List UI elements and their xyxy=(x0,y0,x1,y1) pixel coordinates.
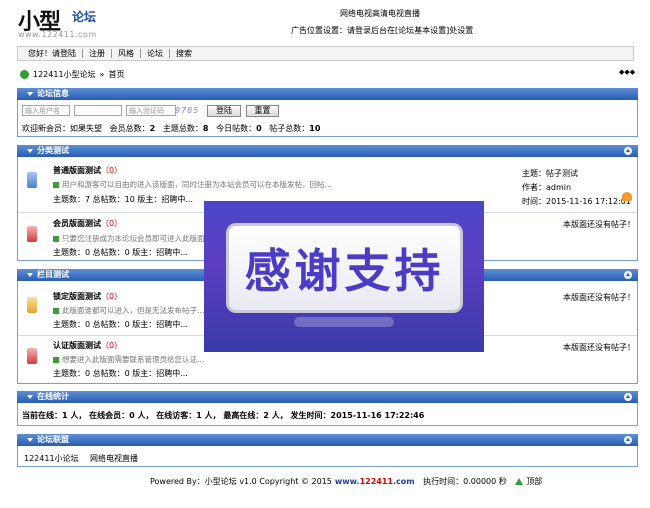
breadcrumb: 122411小型论坛 » 首页 xyxy=(20,69,124,80)
category-test-title: 分类测试 xyxy=(37,146,69,155)
forum-count: （0） xyxy=(101,341,123,350)
username-input[interactable]: 输入用户名 xyxy=(22,105,70,116)
triangle-icon xyxy=(27,91,33,96)
forum-stats-row: 主题数：0 总帖数：0 版主：招聘中... xyxy=(53,248,188,257)
collapse-icon[interactable] xyxy=(624,436,632,444)
posts-count: 10 xyxy=(309,124,321,133)
forum-folder-icon xyxy=(27,172,37,188)
last-topic[interactable]: 主题：帖子测试 xyxy=(522,168,578,179)
forum-name[interactable]: 会员版面测试（0） xyxy=(53,218,122,229)
forum-desc: 只要您注册成为本论坛会员即可进入此版面 xyxy=(53,233,205,244)
footer-domain[interactable]: www.122411.com xyxy=(335,477,415,486)
category-test-bar: 分类测试 xyxy=(17,145,638,157)
forum-stats-row: 主题数：7 总帖数：10 版主：招聘中... xyxy=(53,195,193,204)
triangle-icon xyxy=(27,148,33,153)
home-icon xyxy=(20,70,29,79)
arrow-icon xyxy=(53,235,59,242)
arrow-icon xyxy=(53,356,59,363)
thanks-banner[interactable]: 感谢支持 xyxy=(204,201,484,352)
site-logo[interactable]: 小型 论坛 www.122411.com xyxy=(18,4,128,39)
last-author[interactable]: 作者：admin xyxy=(522,182,571,193)
back-to-top[interactable]: 顶部 xyxy=(526,476,542,487)
forum-info-box: 输入用户名 输入验证码 登陆 重置 欢迎新会员：如果失望 会员总数：2 主题总数… xyxy=(17,100,638,137)
posts-label: 帖子总数： xyxy=(269,124,310,133)
forum-folder-icon xyxy=(27,226,37,242)
thanks-button-image: 感谢支持 xyxy=(226,223,463,313)
members-count: 2 xyxy=(149,124,156,133)
up-arrow-icon xyxy=(515,478,524,485)
login-button[interactable]: 登陆 xyxy=(207,105,241,117)
new-member[interactable]: 如果失望 xyxy=(70,124,102,133)
today-count: 0 xyxy=(256,124,262,133)
breadcrumb-site[interactable]: 122411小型论坛 xyxy=(33,69,96,80)
links-title: 论坛联盟 xyxy=(37,435,69,444)
logo-url: www.122411.com xyxy=(18,30,97,39)
forum-info-bar: 论坛信息 xyxy=(17,88,638,100)
triangle-icon xyxy=(27,394,33,399)
captcha-image[interactable]: 9785 xyxy=(175,106,199,115)
footer: Powered By：小型论坛 v1.0 Copyright © 2015 ww… xyxy=(150,476,542,487)
nav-register[interactable]: 注册 xyxy=(83,49,112,58)
password-input[interactable] xyxy=(74,105,122,116)
forum-desc: 此版面谁都可以进入，但是无法发布帖子… xyxy=(53,305,205,316)
forum-stats: 欢迎新会员：如果失望 会员总数：2 主题总数：8 今日帖数：0 帖子总数：10 xyxy=(22,123,320,134)
friend-link[interactable]: 网络电视直播 xyxy=(90,453,138,464)
ad-text: 广告位置设置：请登录后台在[论坛基本设置]处设置 xyxy=(291,26,474,35)
online-bar: 在线统计 xyxy=(17,391,638,403)
forum-info-title: 论坛信息 xyxy=(37,89,69,98)
topics-count: 8 xyxy=(202,124,209,133)
thanks-text: 感谢支持 xyxy=(244,244,445,298)
no-posts-text: 本版面还没有帖子！ xyxy=(563,293,635,302)
mushroom-icon xyxy=(622,192,632,201)
no-posts-text: 本版面还没有帖子！ xyxy=(563,220,635,229)
arrow-icon xyxy=(53,181,59,188)
forum-desc: 想要进入此版面需要联系管理员给您认证… xyxy=(53,354,205,365)
last-time: 时间：2015-11-16 17:12:01 xyxy=(522,197,631,206)
links-box: 122411小论坛 网络电视直播 xyxy=(17,446,638,467)
forum-desc: 用户和游客可以自由的进入该版面，同时注册为本站会员可以在本版发帖，回帖… xyxy=(53,179,332,190)
topics-label: 主题总数： xyxy=(162,124,203,133)
forum-count: （0） xyxy=(101,292,123,301)
expand-arrows-icon[interactable]: ◆◆◆ xyxy=(619,68,635,76)
triangle-icon xyxy=(27,272,33,277)
nav-login[interactable]: 您好！请登陆 xyxy=(22,49,83,58)
top-nav: 您好！请登陆 注册 风格 论坛 搜索 xyxy=(17,46,634,61)
collapse-icon[interactable] xyxy=(624,271,632,279)
no-posts-text: 本版面还没有帖子！ xyxy=(563,343,635,352)
nav-forum[interactable]: 论坛 xyxy=(141,49,170,58)
forum-folder-icon xyxy=(27,348,37,364)
forum-stats-row: 主题数：0 总帖数：0 版主：招聘中... xyxy=(53,369,188,378)
captcha-input[interactable]: 输入验证码 xyxy=(126,105,176,116)
triangle-icon xyxy=(27,437,33,442)
logo-text-small: 论坛 xyxy=(72,10,97,24)
reset-button[interactable]: 重置 xyxy=(246,105,279,117)
friend-link[interactable]: 122411小论坛 xyxy=(24,453,79,464)
column-test-title: 栏目测试 xyxy=(37,270,69,279)
online-box: 当前在线：1 人， 在线会员：0 人， 在线访客：1 人， 最高在线：2 人， … xyxy=(17,403,638,426)
breadcrumb-current: 首页 xyxy=(108,70,125,79)
collapse-icon[interactable] xyxy=(624,393,632,401)
lock-folder-icon xyxy=(27,297,37,313)
arrow-icon xyxy=(53,307,59,314)
links-bar: 论坛联盟 xyxy=(17,434,638,446)
forum-count: （0） xyxy=(101,166,123,175)
online-stats: 当前在线：1 人， 在线会员：0 人， 在线访客：1 人， 最高在线：2 人， … xyxy=(22,411,425,420)
exec-time: 执行时间：0.00000 秒 xyxy=(423,477,507,486)
today-label: 今日帖数： xyxy=(216,124,257,133)
nav-search[interactable]: 搜索 xyxy=(170,49,198,58)
breadcrumb-separator: » xyxy=(99,70,105,79)
powered-by: Powered By：小型论坛 v1.0 Copyright © 2015 xyxy=(150,477,332,486)
banner-reflection xyxy=(294,317,394,327)
forum-count: （0） xyxy=(101,219,123,228)
collapse-icon[interactable] xyxy=(624,147,632,155)
top-link[interactable]: 网络电视高清电视直播 xyxy=(340,8,420,19)
online-title: 在线统计 xyxy=(37,392,69,401)
nav-style[interactable]: 风格 xyxy=(112,49,141,58)
forum-name[interactable]: 锁定版面测试（0） xyxy=(53,291,122,302)
welcome-label: 欢迎新会员： xyxy=(22,124,70,133)
forum-name[interactable]: 认证版面测试（0） xyxy=(53,340,122,351)
forum-name[interactable]: 普通版面测试（0） xyxy=(53,165,122,176)
forum-stats-row: 主题数：0 总帖数：0 版主：招聘中... xyxy=(53,320,188,329)
members-label: 会员总数： xyxy=(109,124,150,133)
